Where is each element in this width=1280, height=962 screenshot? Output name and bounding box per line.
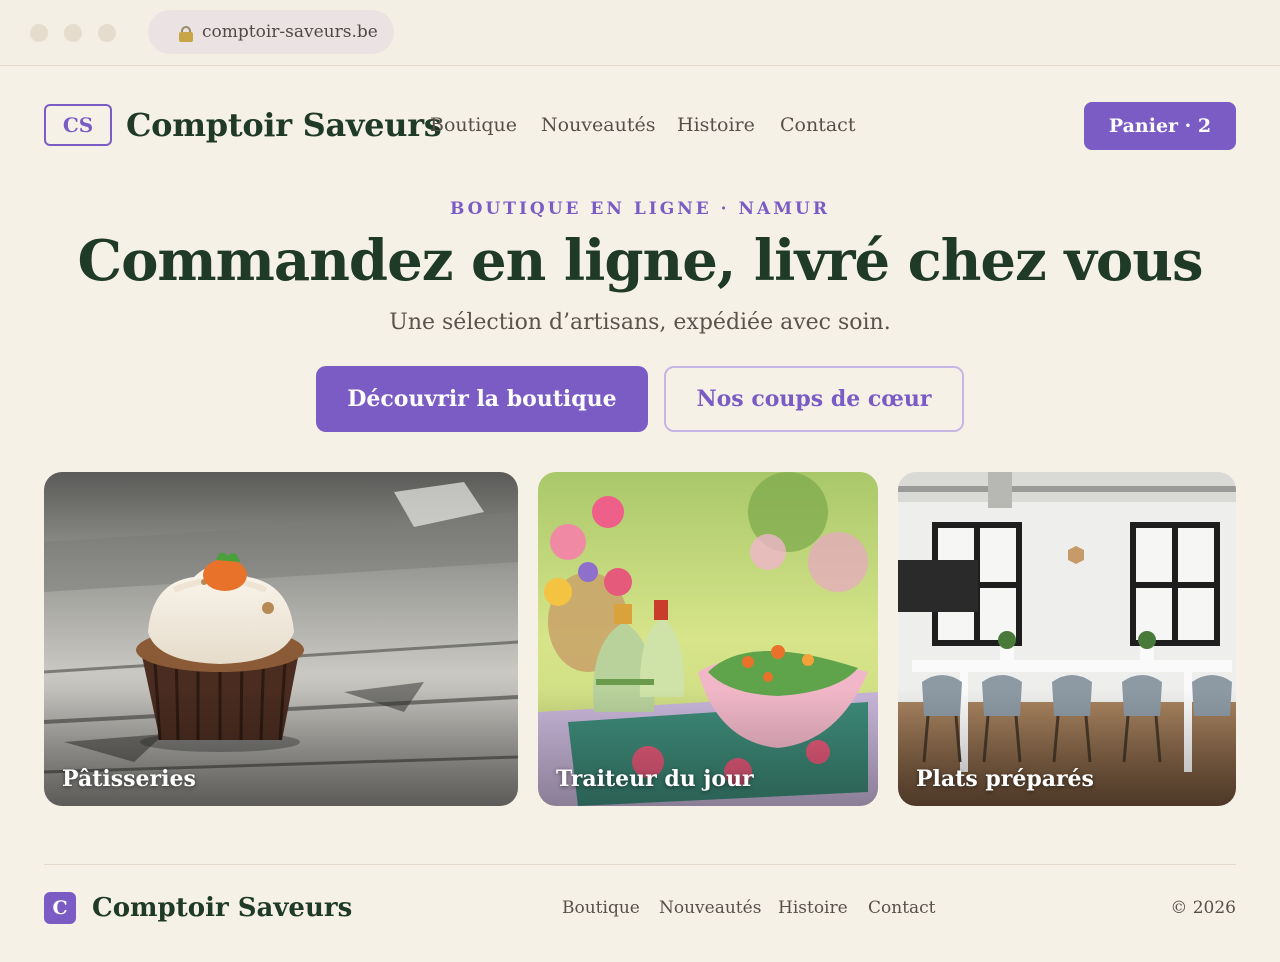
nav-link-contact[interactable]: Contact [780,110,855,140]
copyright-text: © 2026 [1170,898,1236,918]
discover-shop-button[interactable]: Découvrir la boutique [316,366,648,432]
hero-eyebrow: BOUTIQUE EN LIGNE · NAMUR [449,199,831,219]
favorites-button[interactable]: Nos coups de cœur [664,366,964,432]
address-bar-url: comptoir-saveurs.be [202,22,378,42]
salad-table-photo [538,472,878,806]
window-minimize-dot[interactable] [64,24,82,42]
nav-link-boutique[interactable]: Boutique [430,110,517,140]
footer-divider [44,864,1236,865]
category-label: Pâtisseries [62,766,196,792]
category-label: Traiteur du jour [556,766,754,792]
footer-link-histoire[interactable]: Histoire [778,895,848,921]
lock-icon [179,26,193,42]
nav-link-histoire[interactable]: Histoire [677,110,755,140]
category-card-patisseries[interactable]: Pâtisseries [44,472,518,806]
hero-title: Commandez en ligne, livré chez vous [77,228,1204,294]
window-zoom-dot[interactable] [98,24,116,42]
dining-room-photo [898,472,1236,806]
browser-chrome: comptoir-saveurs.be [0,0,1280,66]
nav-link-nouveautes[interactable]: Nouveautés [541,110,655,140]
cart-button[interactable]: Panier · 2 [1084,102,1236,150]
footer-brand-name[interactable]: Comptoir Saveurs [92,890,352,926]
footer-link-nouveautes[interactable]: Nouveautés [659,895,761,921]
footer-link-contact[interactable]: Contact [868,895,936,921]
footer-logo[interactable]: C [44,892,76,924]
site-brand-name[interactable]: Comptoir Saveurs [126,104,442,146]
address-bar[interactable]: comptoir-saveurs.be [148,10,394,54]
site-logo[interactable]: CS [44,104,112,146]
footer-link-boutique[interactable]: Boutique [562,895,640,921]
category-card-traiteur[interactable]: Traiteur du jour [538,472,878,806]
window-close-dot[interactable] [30,24,48,42]
category-card-plats[interactable]: Plats préparés [898,472,1236,806]
category-label: Plats préparés [916,766,1094,792]
hero-subtitle: Une sélection d’artisans, expédiée avec … [389,310,891,335]
cupcake-photo [44,472,518,806]
